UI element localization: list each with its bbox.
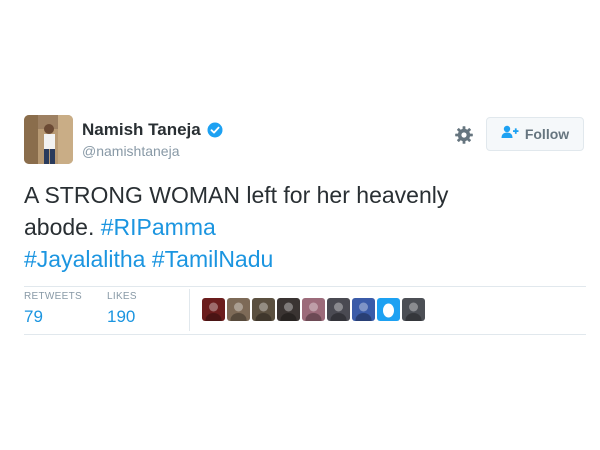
liker-avatar-1[interactable] <box>202 298 225 321</box>
liker-avatar-egg[interactable] <box>377 298 400 321</box>
tweet-line-1: A STRONG WOMAN left for her heavenly <box>24 182 449 208</box>
hashtag-jayalalitha[interactable]: #Jayalalitha <box>24 246 145 272</box>
stats-top-divider <box>24 286 586 287</box>
stats-bottom-divider <box>24 334 586 335</box>
retweets-count: 79 <box>24 307 43 326</box>
retweets-label: RETWEETS <box>24 291 82 302</box>
user-handle[interactable]: @namishtaneja <box>82 143 223 159</box>
tweet-card: Namish Taneja @namishtaneja Follow A STR… <box>24 115 586 345</box>
liker-avatar-3[interactable] <box>252 298 275 321</box>
user-avatar[interactable] <box>24 115 73 164</box>
tweet-text: A STRONG WOMAN left for her heavenly abo… <box>24 179 586 275</box>
tweet-line-2-text: abode. <box>24 214 101 240</box>
hashtag-ripamma[interactable]: #RIPamma <box>101 214 216 240</box>
follow-button[interactable]: Follow <box>486 117 584 151</box>
likes-label: LIKES <box>107 291 137 302</box>
gear-icon[interactable] <box>454 125 474 145</box>
user-name-row[interactable]: Namish Taneja <box>82 119 223 141</box>
retweets-stat[interactable]: RETWEETS 79 <box>24 291 82 327</box>
verified-badge-icon <box>207 122 223 138</box>
follow-user-icon <box>501 125 519 144</box>
likers-list <box>202 298 425 321</box>
stats-separator <box>189 289 190 331</box>
follow-label: Follow <box>524 126 570 142</box>
liker-avatar-7[interactable] <box>352 298 375 321</box>
user-info: Namish Taneja @namishtaneja <box>82 119 223 159</box>
liker-avatar-5[interactable] <box>302 298 325 321</box>
user-display-name[interactable]: Namish Taneja <box>82 120 201 140</box>
tweet-line-2: abode. #RIPamma <box>24 211 586 243</box>
hashtag-tamilnadu[interactable]: #TamilNadu <box>152 246 273 272</box>
liker-avatar-4[interactable] <box>277 298 300 321</box>
likes-count: 190 <box>107 307 136 326</box>
likes-stat[interactable]: LIKES 190 <box>107 291 137 327</box>
liker-avatar-6[interactable] <box>327 298 350 321</box>
liker-avatar-9[interactable] <box>402 298 425 321</box>
liker-avatar-2[interactable] <box>227 298 250 321</box>
tweet-line-3: #Jayalalitha #TamilNadu <box>24 243 586 275</box>
